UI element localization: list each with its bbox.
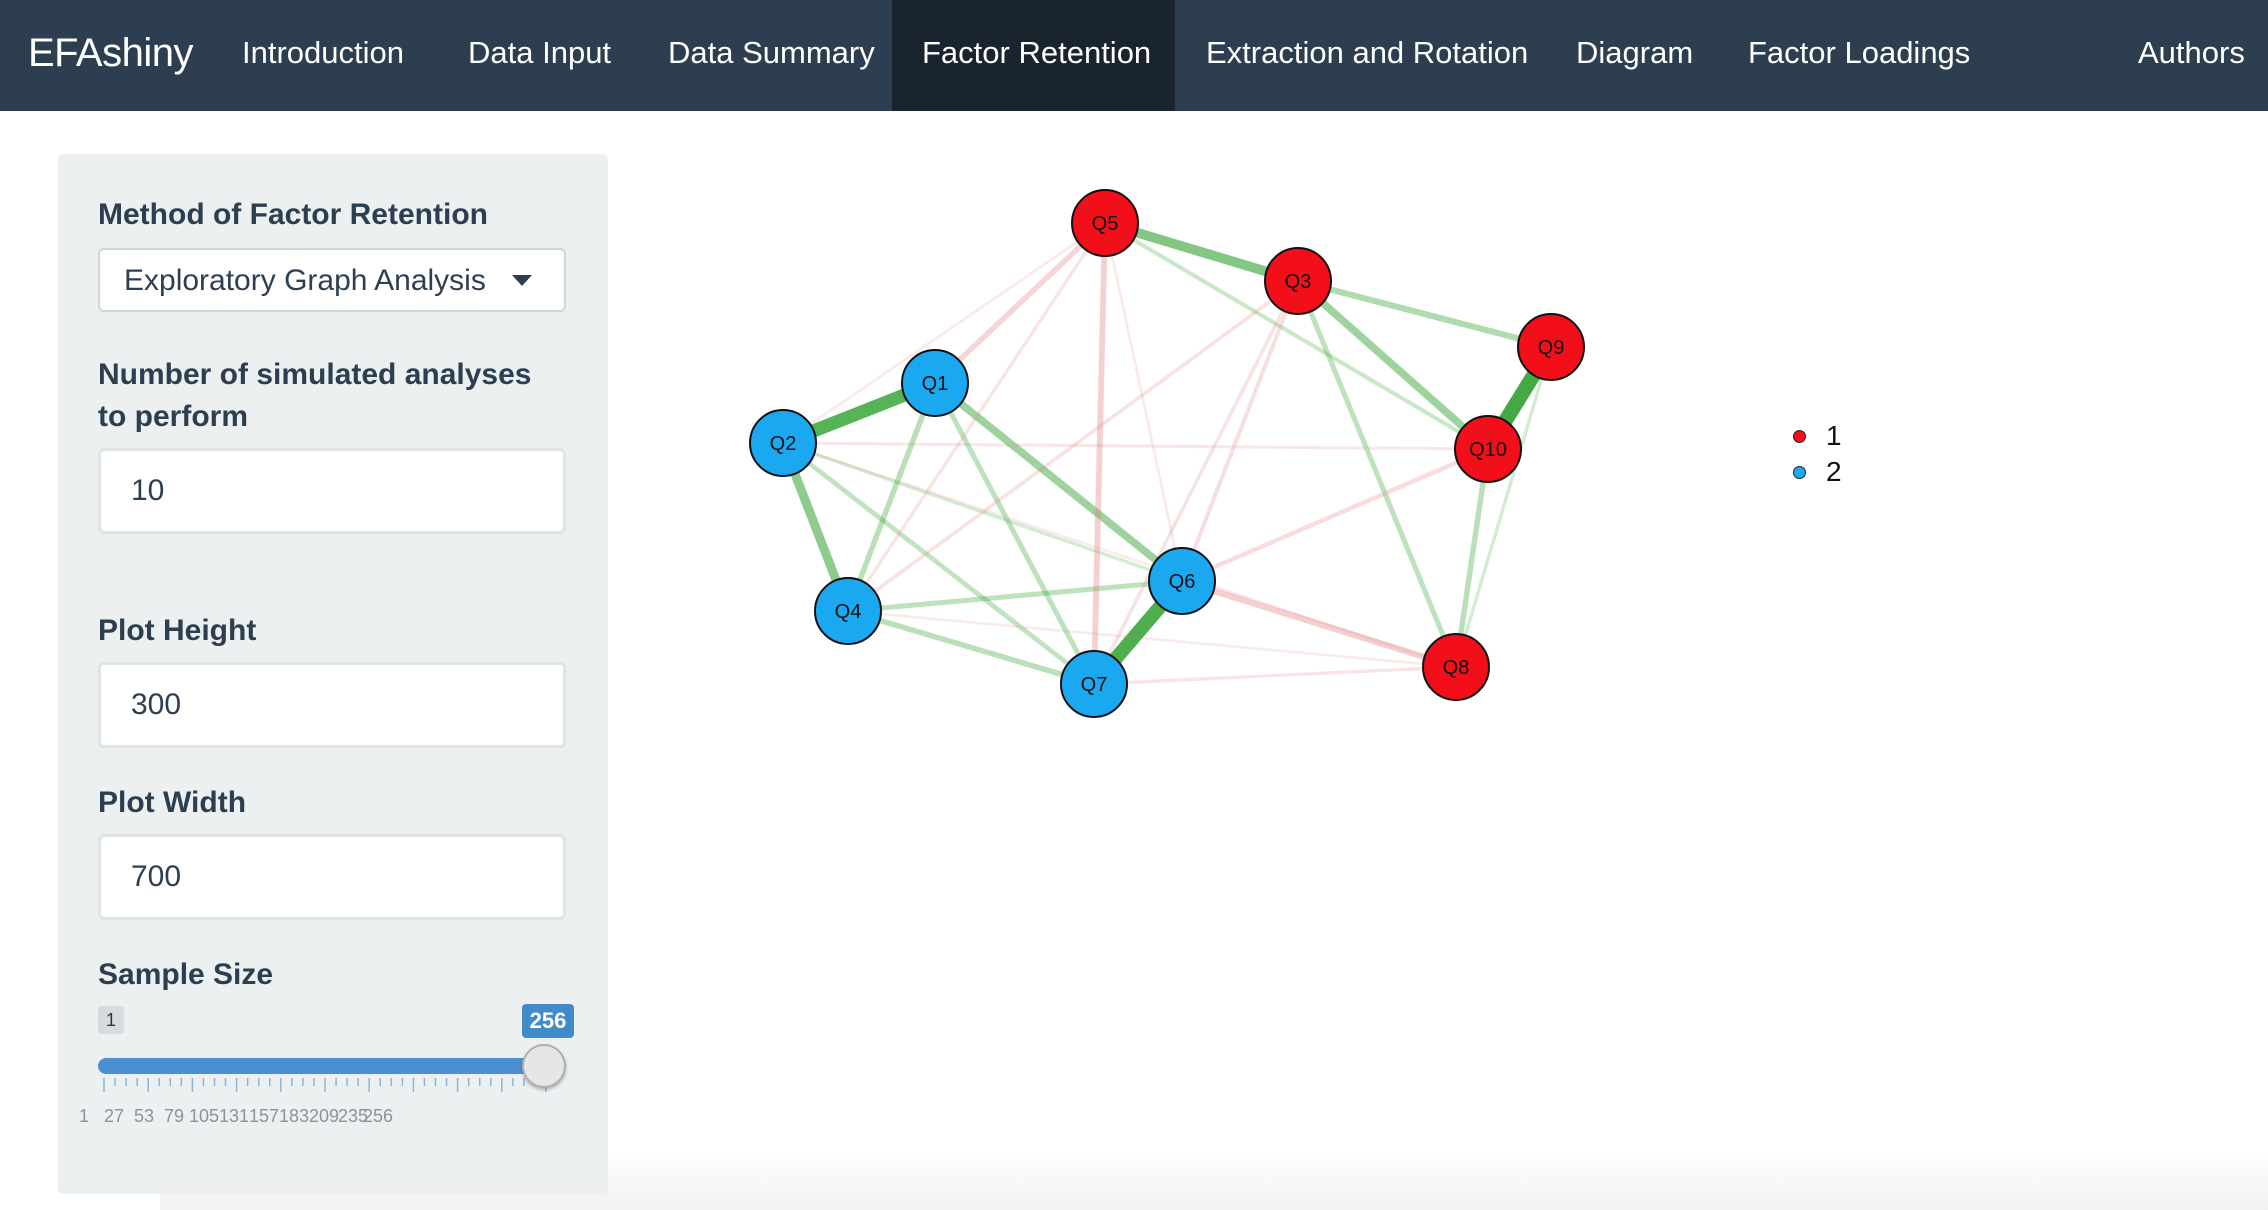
slider-value-badge: 256 — [522, 1004, 574, 1038]
slider-tick-label: 131 — [218, 1106, 250, 1126]
edge-q9-q8 — [1454, 345, 1553, 669]
edge-q5-q4 — [846, 221, 1107, 613]
edge-q5-q1 — [932, 220, 1108, 386]
plot-width-label: Plot Width — [98, 786, 247, 819]
node-q1: Q1 — [901, 349, 969, 417]
tab-extraction-and-rotation[interactable]: Extraction and Rotation — [1176, 0, 1558, 111]
legend-label-1: 1 — [1826, 420, 1842, 451]
node-label: Q3 — [1285, 271, 1312, 293]
plot-width-input[interactable] — [98, 834, 566, 920]
node-q9: Q9 — [1517, 313, 1585, 381]
node-label: Q5 — [1092, 213, 1119, 235]
method-select-value: Exploratory Graph Analysis — [124, 264, 486, 297]
graph-legend: 1 2 — [1790, 420, 1870, 492]
slider-tick-label: 209 — [308, 1106, 340, 1126]
tab-factor-loadings[interactable]: Factor Loadings — [1718, 0, 2000, 111]
legend-dot-1 — [1793, 430, 1806, 443]
slider-tick-label: 1 — [78, 1106, 90, 1126]
slider-tick-label: 256 — [362, 1106, 394, 1126]
node-label: Q9 — [1538, 337, 1565, 359]
node-label: Q6 — [1169, 571, 1196, 593]
node-q10: Q10 — [1454, 415, 1522, 483]
node-q8: Q8 — [1422, 633, 1490, 701]
tab-factor-retention[interactable]: Factor Retention — [892, 0, 1175, 111]
tab-authors[interactable]: Authors — [2108, 0, 2268, 111]
tab-data-input[interactable]: Data Input — [438, 0, 641, 111]
node-q3: Q3 — [1264, 247, 1332, 315]
edge-q2-q10 — [781, 441, 1490, 451]
node-q2: Q2 — [749, 409, 817, 477]
sidebar-panel: Method of Factor Retention Exploratory G… — [58, 154, 608, 1194]
edge-q1-q7 — [932, 380, 1097, 687]
sample-size-slider-handle[interactable] — [522, 1044, 566, 1088]
plot-height-label: Plot Height — [98, 614, 257, 647]
node-label: Q1 — [922, 373, 949, 395]
legend-item-2: 2 — [1790, 456, 1870, 492]
slider-tick-label: 53 — [133, 1106, 155, 1126]
node-label: Q10 — [1469, 439, 1507, 461]
sample-size-label: Sample Size — [98, 958, 274, 991]
edge-q6-q10 — [1179, 446, 1491, 584]
legend-label-2: 2 — [1826, 456, 1842, 487]
edge-q5-q7 — [1091, 220, 1108, 687]
slider-min-badge: 1 — [98, 1006, 124, 1034]
caret-down-icon — [512, 275, 532, 286]
edge-q3-q6 — [1179, 278, 1301, 584]
slider-tick-label: 157 — [248, 1106, 280, 1126]
node-label: Q2 — [770, 433, 797, 455]
legend-dot-2 — [1793, 466, 1806, 479]
node-label: Q7 — [1081, 674, 1108, 696]
slider-tick-label: 105 — [188, 1106, 220, 1126]
tab-introduction[interactable]: Introduction — [212, 0, 434, 111]
node-label: Q8 — [1443, 657, 1470, 679]
sample-size-slider-track[interactable] — [98, 1058, 546, 1074]
edge-q7-q8 — [1092, 665, 1458, 686]
legend-item-1: 1 — [1790, 420, 1870, 456]
node-q5: Q5 — [1071, 189, 1139, 257]
brand-title[interactable]: EFAshiny — [28, 0, 193, 111]
slider-tick-label: 27 — [103, 1106, 125, 1126]
node-label: Q4 — [835, 601, 862, 623]
bottom-shadow — [160, 1150, 2268, 1210]
slider-ticks — [103, 1078, 547, 1092]
plot-height-input[interactable] — [98, 662, 566, 748]
slider-tick-label: 79 — [163, 1106, 185, 1126]
simulations-input[interactable] — [98, 448, 566, 534]
navbar: EFAshiny Introduction Data Input Data Su… — [0, 0, 2268, 111]
method-label: Method of Factor Retention — [98, 198, 488, 231]
slider-tick-label: 183 — [278, 1106, 310, 1126]
tab-data-summary[interactable]: Data Summary — [638, 0, 905, 111]
edge-q3-q7 — [1092, 279, 1300, 686]
simulations-label: Number of simulated analyses to perform — [98, 358, 532, 433]
node-q6: Q6 — [1148, 547, 1216, 615]
node-q4: Q4 — [814, 577, 882, 645]
method-select[interactable]: Exploratory Graph Analysis — [98, 248, 566, 312]
tab-diagram[interactable]: Diagram — [1546, 0, 1723, 111]
node-q7: Q7 — [1060, 650, 1128, 718]
